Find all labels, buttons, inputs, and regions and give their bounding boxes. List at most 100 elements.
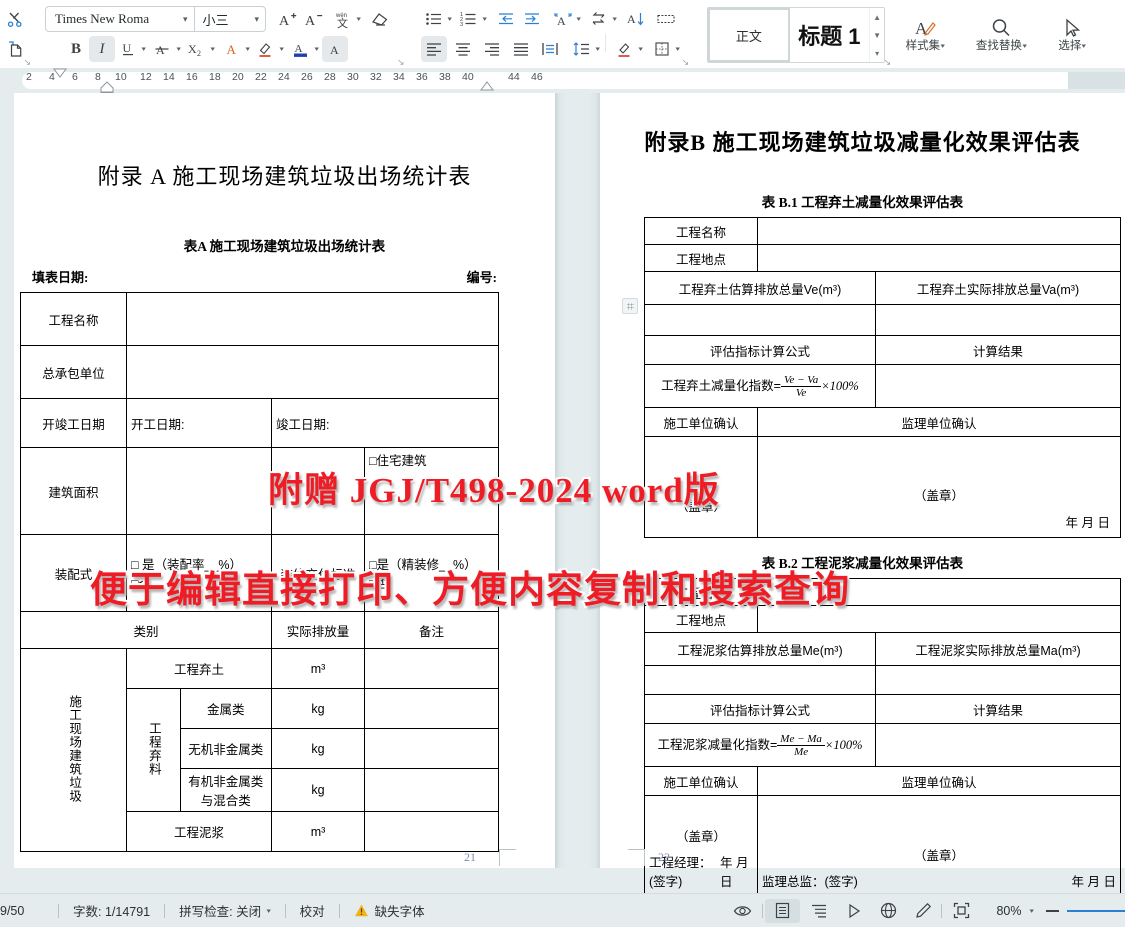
borders-icon[interactable] <box>649 36 675 62</box>
justify-icon[interactable] <box>508 36 534 62</box>
table-row[interactable]: 建筑面积 □住宅建筑 <box>21 448 499 535</box>
cell-b2-result-value[interactable] <box>876 724 1121 767</box>
cell-start-date[interactable]: 开工日期: <box>127 399 272 448</box>
style-normal[interactable]: 正文 <box>708 8 790 62</box>
spellcheck-toggle[interactable]: 拼写检查: 关闭 <box>165 894 284 927</box>
text-direction-chevron-down-icon[interactable] <box>613 15 617 23</box>
highlight-chevron-down-icon[interactable] <box>280 45 284 53</box>
shading-chevron-down-icon[interactable] <box>639 45 643 53</box>
gallery-expand-icon[interactable]: ▾ <box>875 49 879 58</box>
cell-b1-result-value[interactable] <box>876 365 1121 408</box>
play-view-button[interactable] <box>837 894 871 927</box>
character-border-chevron-down-icon[interactable] <box>245 45 249 53</box>
bold-button[interactable]: B <box>63 36 89 62</box>
table-row[interactable]: （盖章） （盖章） 年 月 日 <box>645 437 1121 538</box>
ink-writing-button[interactable] <box>906 894 941 927</box>
select-chevron-down-icon[interactable] <box>1082 42 1086 50</box>
cell-floor-area-value[interactable] <box>127 448 272 535</box>
cell-b1-seal-right-block[interactable]: （盖章） 年 月 日 <box>758 437 1121 538</box>
cut-icon[interactable] <box>2 6 28 32</box>
distribute-icon[interactable] <box>537 36 563 62</box>
right-indent-marker[interactable] <box>479 81 495 93</box>
cell-decoration-options[interactable]: □是（精装修__%） □否 <box>365 535 499 612</box>
increase-indent-icon[interactable] <box>519 6 545 32</box>
strikethrough-chevron-down-icon[interactable] <box>176 45 180 53</box>
missing-font-warning[interactable]: 缺失字体 <box>340 894 439 927</box>
read-view-button[interactable] <box>723 894 762 927</box>
shrink-font-icon[interactable]: A <box>300 6 326 32</box>
borders-chevron-down-icon[interactable] <box>675 45 679 53</box>
align-center-icon[interactable] <box>450 36 476 62</box>
table-row[interactable]: （盖章） 工程经理：(签字) 年 月 日 （盖章） 监理总监：(签字) 年 月 … <box>645 796 1121 894</box>
print-layout-view-button[interactable] <box>765 899 800 923</box>
style-gallery-scroll[interactable]: ▲ ▼ ▾ <box>869 8 884 62</box>
page-indicator[interactable]: 9/50 <box>0 894 58 927</box>
decoration-yes-option[interactable]: □是（精装修__%） <box>369 554 494 573</box>
cell-b1-project-site-value[interactable] <box>758 245 1121 272</box>
underline-icon[interactable]: U <box>115 36 141 62</box>
asian-layout-chevron-down-icon[interactable] <box>576 15 580 23</box>
cell-remark-spoil[interactable] <box>365 649 499 689</box>
align-left-icon[interactable] <box>421 36 447 62</box>
document-page-21[interactable]: 附录 A 施工现场建筑垃圾出场统计表 表A 施工现场建筑垃圾出场统计表 填表日期… <box>14 93 555 868</box>
shading-icon[interactable] <box>612 36 638 62</box>
style-gallery[interactable]: 正文 标题 1 ▲ ▼ ▾ <box>707 7 885 63</box>
grow-font-icon[interactable]: A <box>274 6 300 32</box>
show-formatting-marks-icon[interactable] <box>653 6 679 32</box>
select-button[interactable]: 选择 <box>1044 6 1100 62</box>
cell-b1-actual-value[interactable] <box>876 305 1121 336</box>
typeset-button[interactable]: A 排版 <box>1116 6 1125 62</box>
decoration-no-option[interactable]: □否 <box>369 573 494 592</box>
font-size-input[interactable]: 小三 <box>195 10 249 29</box>
table-row[interactable] <box>645 666 1121 695</box>
character-shading-icon[interactable]: A <box>322 36 348 62</box>
text-direction-icon[interactable] <box>586 6 612 32</box>
cell-prefab-options[interactable]: □ 是（装配率__%） □否 <box>127 535 272 612</box>
first-line-indent-marker[interactable] <box>52 68 68 80</box>
sort-icon[interactable]: A <box>623 6 649 32</box>
strikethrough-icon[interactable]: A <box>150 36 176 62</box>
cell-remark-slurry[interactable] <box>365 812 499 852</box>
zoom-slider[interactable] <box>1067 894 1125 927</box>
table-row[interactable]: 总承包单位 <box>21 346 499 399</box>
cell-floor-area-blank[interactable] <box>272 448 365 535</box>
zoom-level[interactable]: 80% <box>981 894 1038 927</box>
style-set-button[interactable]: A 样式集 <box>898 6 952 62</box>
cell-building-type[interactable]: □住宅建筑 <box>365 448 499 535</box>
cell-b2-sign-left-block[interactable]: （盖章） 工程经理：(签字) 年 月 日 <box>645 796 758 894</box>
table-row[interactable]: 工程地点 <box>645 606 1121 633</box>
numbering-chevron-down-icon[interactable] <box>483 15 487 23</box>
cell-b2-project-name-value[interactable] <box>758 579 1121 606</box>
subscript-chevron-down-icon[interactable] <box>211 45 215 53</box>
cell-b2-estimated-value[interactable] <box>645 666 876 695</box>
table-row[interactable]: 工程名称 <box>645 218 1121 245</box>
font-color-chevron-down-icon[interactable] <box>314 45 318 53</box>
cell-contractor-value[interactable] <box>127 346 499 399</box>
document-page-22[interactable]: 附录B 施工现场建筑垃圾减量化效果评估表 表 B.1 工程弃土减量化效果评估表 … <box>600 93 1125 868</box>
font-dialog-launcher[interactable]: ↘ <box>397 58 405 67</box>
spellcheck-chevron-down-icon[interactable] <box>267 907 271 915</box>
outline-view-button[interactable] <box>802 894 837 927</box>
table-row[interactable]: 工程名称 <box>645 579 1121 606</box>
cell-end-date[interactable]: 竣工日期: <box>272 399 499 448</box>
cell-b1-estimated-value[interactable] <box>645 305 876 336</box>
subscript-icon[interactable]: X 2 <box>184 36 210 62</box>
fullscreen-button[interactable] <box>942 894 981 927</box>
line-spacing-chevron-down-icon[interactable] <box>595 45 599 53</box>
find-replace-chevron-down-icon[interactable] <box>1022 42 1026 50</box>
cell-project-name-value[interactable] <box>127 293 499 346</box>
bullets-chevron-down-icon[interactable] <box>447 15 451 23</box>
proofread-button[interactable]: 校对 <box>286 894 339 927</box>
clear-format-icon[interactable] <box>367 6 393 32</box>
cell-b2-project-site-value[interactable] <box>758 606 1121 633</box>
table-row[interactable] <box>645 305 1121 336</box>
scroll-down-icon[interactable]: ▼ <box>873 31 881 40</box>
font-color-icon[interactable]: A <box>288 36 314 62</box>
cell-remark-organic[interactable] <box>365 769 499 812</box>
style-set-chevron-down-icon[interactable] <box>941 42 945 50</box>
table-row[interactable]: 装配式 □ 是（装配率__%） □否 装修交付标准 □是（精装修__%） □否 <box>21 535 499 612</box>
cell-b2-sign-right-block[interactable]: （盖章） 监理总监：(签字) 年 月 日 <box>758 796 1121 894</box>
font-name-chevron-down-icon[interactable]: ▾ <box>177 14 194 25</box>
styles-dialog-launcher[interactable]: ↘ <box>884 58 892 67</box>
align-right-icon[interactable] <box>479 36 505 62</box>
